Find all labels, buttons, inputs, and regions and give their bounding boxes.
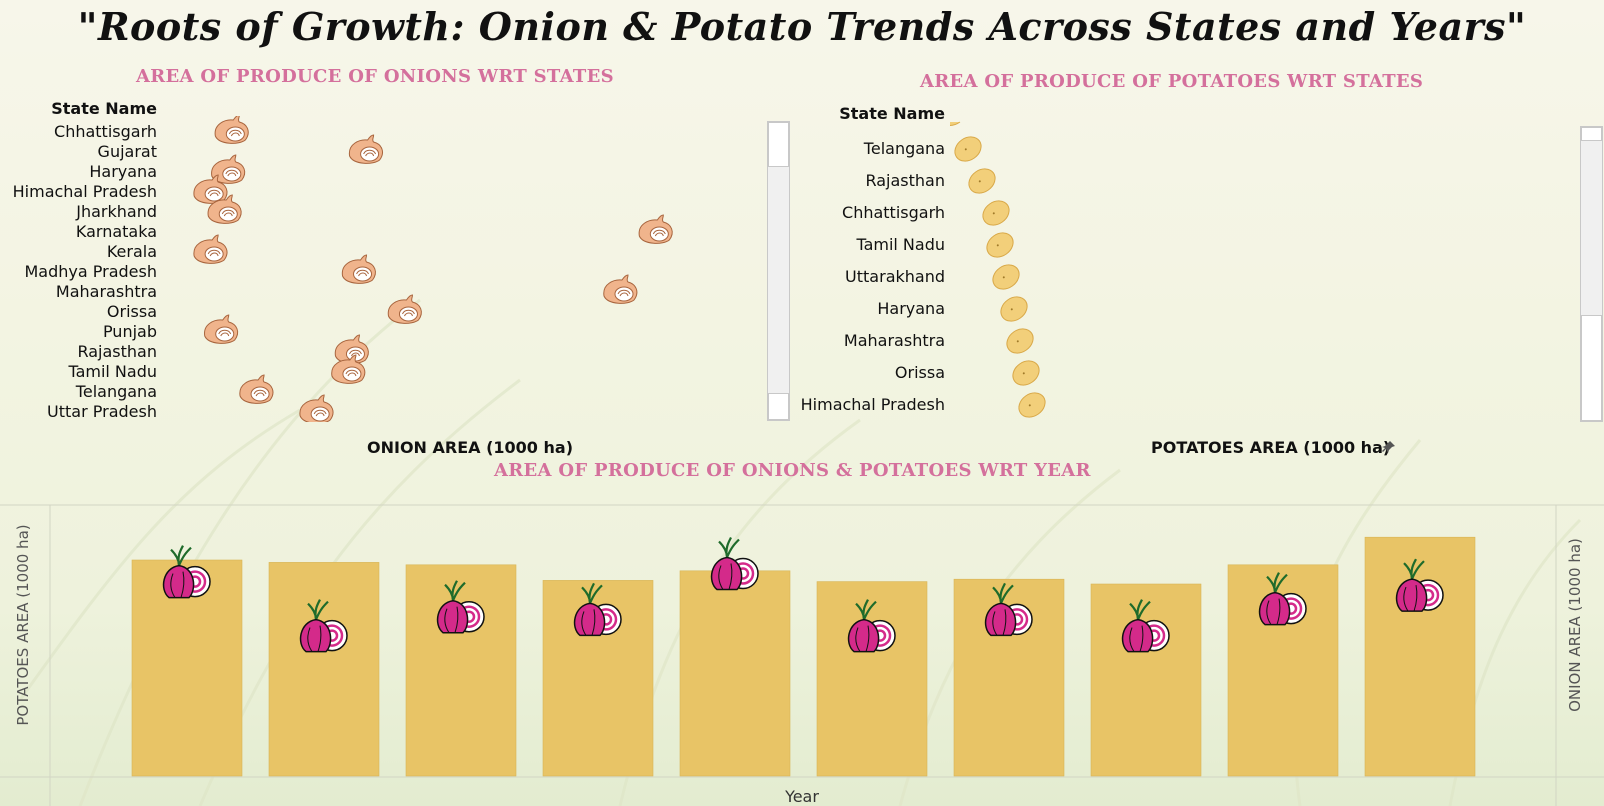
- onion-mark[interactable]: [387, 294, 422, 324]
- potato-state-label: Himachal Pradesh: [800, 395, 945, 414]
- year-bar[interactable]: [268, 562, 380, 777]
- potato-plot: [950, 121, 1050, 422]
- year-ylabel-left: POTATOES AREA (1000 ha): [14, 524, 32, 725]
- red-onion-mark[interactable]: [710, 537, 759, 591]
- potato-mark[interactable]: [978, 196, 1014, 230]
- red-onion-mark[interactable]: [162, 545, 211, 599]
- potato-state-label: Haryana: [877, 299, 945, 318]
- potato-state-label: Rajasthan: [865, 171, 945, 190]
- potato-mark[interactable]: [1002, 324, 1038, 358]
- year-plot: POTATOES AREA (1000 ha) ONION AREA (1000 …: [0, 504, 1604, 806]
- potato-mark-partial: [950, 121, 961, 126]
- year-ylabel-right: ONION AREA (1000 ha): [1566, 538, 1584, 712]
- year-bar[interactable]: [679, 570, 791, 777]
- year-bar[interactable]: [405, 564, 517, 777]
- onion-state-label: Madhya Pradesh: [24, 262, 158, 281]
- onion-state-label: Maharashtra: [55, 282, 157, 301]
- potato-state-label: Tamil Nadu: [856, 235, 945, 254]
- potato-mark[interactable]: [996, 292, 1032, 326]
- page-title: "Roots of Growth: Onion & Potato Trends …: [77, 4, 1527, 49]
- potato-state-label: Orissa: [894, 363, 945, 382]
- year-panel-title: AREA OF PRODUCE OF ONIONS & POTATOES WRT…: [494, 460, 1091, 481]
- onion-state-label: Tamil Nadu: [68, 362, 157, 381]
- potato-state-label: Telangana: [863, 139, 945, 158]
- onion-state-label: Chhattisgarh: [54, 122, 157, 141]
- potato-mark[interactable]: [982, 228, 1018, 262]
- onion-state-label: Uttar Pradesh: [47, 402, 157, 421]
- potato-mark[interactable]: [1014, 388, 1050, 422]
- potato-mark[interactable]: [964, 164, 1000, 198]
- onion-mark[interactable]: [603, 274, 638, 304]
- onion-state-label: Punjab: [102, 322, 157, 341]
- onion-state-label: Rajasthan: [77, 342, 157, 361]
- potato-scroll-thumb-bottom[interactable]: [1581, 315, 1602, 421]
- onion-mark[interactable]: [299, 394, 334, 422]
- onion-plot: [193, 116, 673, 422]
- onion-mark[interactable]: [341, 254, 376, 284]
- onion-state-label: Karnataka: [75, 222, 157, 241]
- year-bar[interactable]: [1364, 536, 1476, 777]
- onion-state-label: Jharkhand: [76, 202, 157, 221]
- potato-mark[interactable]: [988, 260, 1024, 294]
- onion-mark[interactable]: [214, 116, 249, 144]
- year-bar[interactable]: [816, 581, 928, 777]
- onion-axis-title: ONION AREA (1000 ha): [367, 438, 574, 457]
- potato-mark[interactable]: [1008, 356, 1044, 390]
- onion-row-header: State Name: [51, 99, 157, 118]
- year-xlabel: Year: [784, 787, 819, 806]
- year-bar[interactable]: [1090, 583, 1202, 777]
- potato-axis-title: POTATOES AREA (1000 ha): [1151, 438, 1391, 457]
- onion-mark[interactable]: [193, 234, 228, 264]
- potato-state-label: Uttarakhand: [845, 267, 945, 286]
- potato-panel-title: AREA OF PRODUCE OF POTATOES WRT STATES: [920, 71, 1424, 92]
- onion-mark[interactable]: [348, 134, 383, 164]
- potato-scrollbar[interactable]: [1580, 126, 1603, 422]
- onion-state-label: Kerala: [106, 242, 157, 261]
- potato-mark[interactable]: [950, 132, 986, 166]
- onion-mark[interactable]: [239, 374, 274, 404]
- potato-row-header: State Name: [839, 104, 945, 123]
- onion-mark[interactable]: [204, 314, 239, 344]
- potato-state-label: Chhattisgarh: [842, 203, 945, 222]
- potato-state-label: Maharashtra: [843, 331, 945, 350]
- onion-state-label: Telangana: [75, 382, 157, 401]
- potato-scroll-thumb[interactable]: [1581, 127, 1602, 141]
- onion-state-label: Orissa: [106, 302, 157, 321]
- onion-panel-title: AREA OF PRODUCE OF ONIONS WRT STATES: [136, 66, 614, 87]
- onion-state-label: Gujarat: [97, 142, 157, 161]
- onion-mark[interactable]: [638, 214, 673, 244]
- onion-state-label: Himachal Pradesh: [12, 182, 157, 201]
- pin-icon[interactable]: [1382, 440, 1396, 454]
- onion-state-label: Haryana: [89, 162, 157, 181]
